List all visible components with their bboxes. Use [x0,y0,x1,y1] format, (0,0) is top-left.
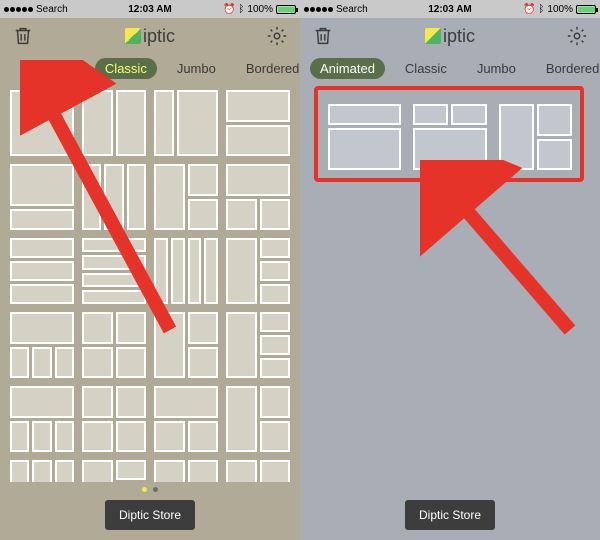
category-tabs: Animated Classic Jumbo Bordered Fancy Fr [0,54,300,82]
template-thumb[interactable] [10,386,74,452]
signal-dots-icon [304,7,333,12]
template-thumb[interactable] [154,386,218,452]
template-thumb[interactable] [82,90,146,156]
page-indicator [142,487,158,492]
template-thumb[interactable] [82,460,146,482]
template-thumb[interactable] [10,164,74,230]
template-thumb[interactable] [82,312,146,378]
template-thumb[interactable] [226,312,290,378]
app-logo-icon [425,28,441,44]
screenshot-left: Search 12:03 AM ⏰ ᛒ 100% iptic Animated [0,0,300,540]
tab-classic[interactable]: Classic [395,58,457,79]
template-thumb[interactable] [154,312,218,378]
template-thumb[interactable] [154,164,218,230]
signal-dots-icon [4,7,33,12]
template-thumb[interactable] [10,238,74,304]
title-bar: iptic [300,18,600,54]
template-thumb[interactable] [82,386,146,452]
clock-time: 12:03 AM [128,4,172,15]
status-bar: Search 12:03 AM ⏰ ᛒ 100% [300,0,600,18]
trash-icon[interactable] [12,25,34,47]
title-bar: iptic [0,18,300,54]
template-thumb[interactable] [226,164,290,230]
settings-gear-icon[interactable] [266,25,288,47]
template-row [312,88,588,186]
template-grid [0,82,300,482]
template-thumb[interactable] [226,238,290,304]
tab-jumbo[interactable]: Jumbo [467,58,526,79]
template-thumb[interactable] [226,90,290,156]
diptic-store-button[interactable]: Diptic Store [405,500,495,530]
battery-icon [276,5,296,14]
template-thumb[interactable] [328,104,401,170]
template-thumb[interactable] [499,104,572,170]
template-thumb[interactable] [10,312,74,378]
tab-animated[interactable]: Animated [10,58,85,79]
screenshot-right: Search 12:03 AM ⏰ ᛒ 100% iptic Animated … [300,0,600,540]
battery-percent: 100% [547,4,573,15]
clock-time: 12:03 AM [428,4,472,15]
tab-classic[interactable]: Classic [95,58,157,79]
annotation-arrow-icon [420,160,590,350]
alarm-icon: ⏰ [223,4,235,15]
category-tabs: Animated Classic Jumbo Bordered Fancy Fr [300,54,600,82]
battery-icon [576,5,596,14]
diptic-store-button[interactable]: Diptic Store [105,500,195,530]
battery-percent: 100% [247,4,273,15]
tab-bordered[interactable]: Bordered [236,58,300,79]
template-thumb[interactable] [154,238,218,304]
template-thumb[interactable] [154,460,218,482]
tab-jumbo[interactable]: Jumbo [167,58,226,79]
tab-animated[interactable]: Animated [310,58,385,79]
template-thumb[interactable] [10,460,74,482]
back-to-search-label[interactable]: Search [336,4,368,15]
template-thumb[interactable] [82,164,146,230]
app-title: iptic [125,26,175,47]
page-dot-icon [142,487,147,492]
trash-icon[interactable] [312,25,334,47]
page-dot-icon [153,487,158,492]
template-thumb[interactable] [10,90,74,156]
template-thumb[interactable] [413,104,486,170]
back-to-search-label[interactable]: Search [36,4,68,15]
template-thumb[interactable] [226,386,290,452]
template-thumb[interactable] [82,238,146,304]
bluetooth-icon: ᛒ [238,4,244,15]
app-logo-icon [125,28,141,44]
tab-bordered[interactable]: Bordered [536,58,600,79]
template-thumb[interactable] [154,90,218,156]
template-thumb[interactable] [226,460,290,482]
status-bar: Search 12:03 AM ⏰ ᛒ 100% [0,0,300,18]
app-title: iptic [425,26,475,47]
alarm-icon: ⏰ [523,4,535,15]
settings-gear-icon[interactable] [566,25,588,47]
bluetooth-icon: ᛒ [538,4,544,15]
